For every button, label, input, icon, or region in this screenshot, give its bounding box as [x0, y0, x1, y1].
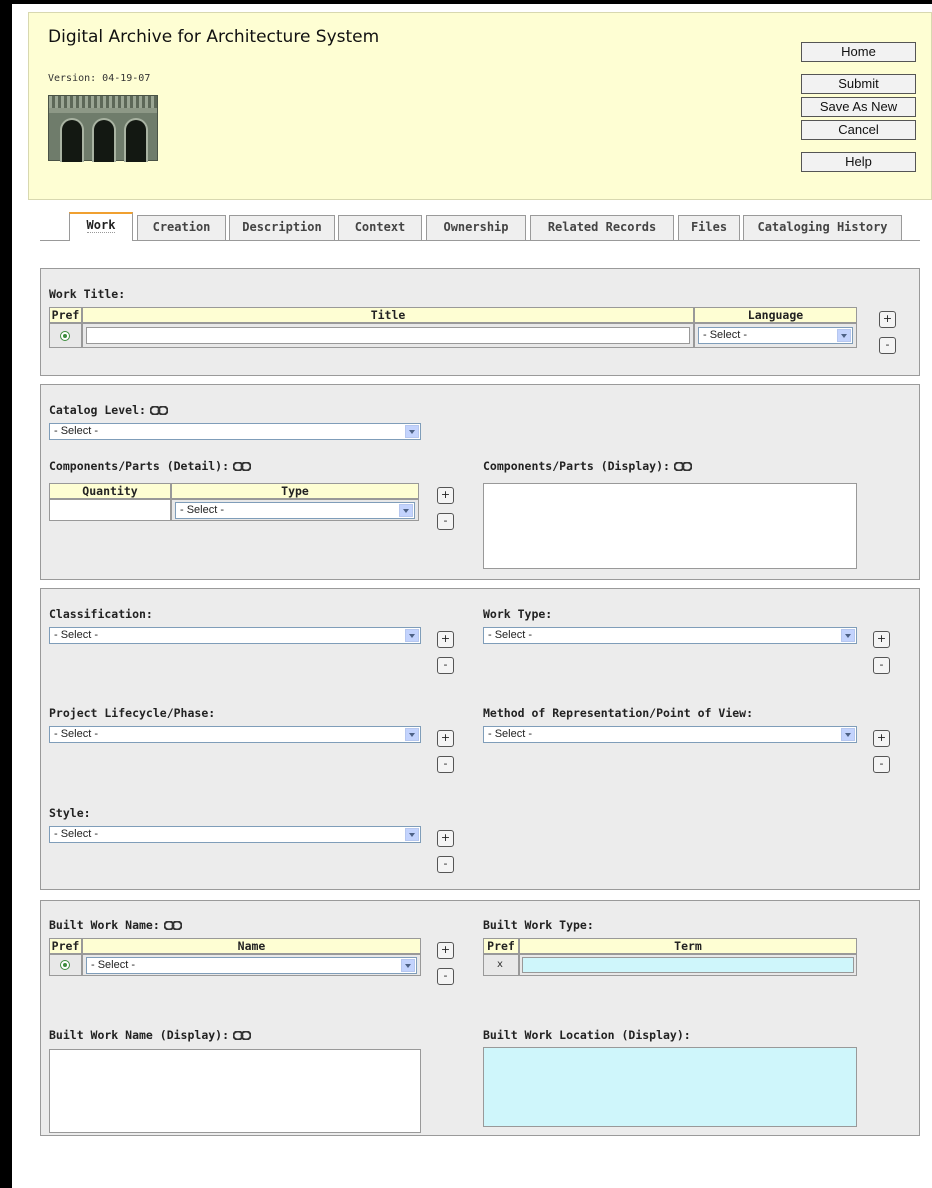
tab-context[interactable]: Context: [338, 215, 422, 240]
term-header: Term: [519, 938, 857, 954]
style-label: Style:: [49, 806, 91, 820]
type-header: Type: [171, 483, 419, 499]
link-icon: [149, 406, 168, 415]
version-label: Version: 04-19-07: [48, 73, 151, 84]
classification-select[interactable]: - Select -: [49, 627, 421, 644]
built-work-section: Built Work Name: Pref Name - Select - + …: [40, 900, 920, 1136]
remove-classification-button[interactable]: -: [437, 657, 454, 674]
components-display-label: Components/Parts (Display):: [483, 459, 670, 473]
built-work-name-display-textarea[interactable]: [49, 1049, 421, 1133]
built-work-location-display-label: Built Work Location (Display):: [483, 1028, 691, 1042]
title-header: Title: [82, 307, 694, 323]
dropdown-arrow-icon: [399, 504, 413, 517]
work-type-label: Work Type:: [483, 607, 553, 621]
dropdown-arrow-icon: [405, 425, 419, 438]
cancel-button[interactable]: Cancel: [801, 120, 916, 140]
title-input[interactable]: [86, 327, 690, 344]
component-type-select[interactable]: - Select -: [175, 502, 415, 519]
app-header: Digital Archive for Architecture System …: [28, 12, 932, 200]
add-lifecycle-button[interactable]: +: [437, 730, 454, 747]
add-title-button[interactable]: +: [879, 311, 896, 328]
link-icon: [163, 921, 182, 930]
method-representation-select[interactable]: - Select -: [483, 726, 857, 743]
tab-related-records[interactable]: Related Records: [530, 215, 674, 240]
dropdown-arrow-icon: [405, 828, 419, 841]
dropdown-arrow-icon: [405, 728, 419, 741]
app-title: Digital Archive for Architecture System: [48, 27, 380, 47]
submit-button[interactable]: Submit: [801, 74, 916, 94]
help-button[interactable]: Help: [801, 152, 916, 172]
catalog-level-select[interactable]: - Select -: [49, 423, 421, 440]
dropdown-arrow-icon: [841, 728, 855, 741]
project-lifecycle-label: Project Lifecycle/Phase:: [49, 706, 216, 720]
remove-lifecycle-button[interactable]: -: [437, 756, 454, 773]
remove-title-button[interactable]: -: [879, 337, 896, 354]
add-style-button[interactable]: +: [437, 830, 454, 847]
link-icon: [233, 1031, 252, 1040]
method-representation-label: Method of Representation/Point of View:: [483, 706, 754, 720]
built-type-pref-header: Pref: [483, 938, 519, 954]
work-title-label: Work Title:: [49, 287, 126, 301]
page: Digital Archive for Architecture System …: [12, 4, 932, 1188]
classification-label: Classification:: [49, 607, 153, 621]
built-work-type-label: Built Work Type:: [483, 918, 594, 932]
built-work-name-select[interactable]: - Select -: [86, 957, 417, 974]
dropdown-arrow-icon: [837, 329, 851, 342]
clear-pref-icon[interactable]: x: [497, 959, 503, 970]
classification-section: Classification: - Select - + - Work Type…: [40, 588, 920, 890]
built-work-location-display-textarea[interactable]: [483, 1047, 857, 1127]
language-header: Language: [694, 307, 857, 323]
components-detail-label: Components/Parts (Detail):: [49, 459, 230, 473]
dropdown-arrow-icon: [405, 629, 419, 642]
tab-work[interactable]: Work: [69, 212, 133, 241]
tab-bar: Work Creation Description Context Owners…: [40, 212, 920, 241]
language-select[interactable]: - Select -: [698, 327, 853, 344]
built-pref-header: Pref: [49, 938, 82, 954]
term-input[interactable]: [522, 957, 854, 973]
built-work-name-label: Built Work Name:: [49, 918, 160, 932]
add-built-name-button[interactable]: +: [437, 942, 454, 959]
add-classification-button[interactable]: +: [437, 631, 454, 648]
remove-built-name-button[interactable]: -: [437, 968, 454, 985]
home-button[interactable]: Home: [801, 42, 916, 62]
remove-method-button[interactable]: -: [873, 756, 890, 773]
project-lifecycle-select[interactable]: - Select -: [49, 726, 421, 743]
components-display-textarea[interactable]: [483, 483, 857, 569]
built-work-name-display-label: Built Work Name (Display):: [49, 1028, 230, 1042]
built-pref-radio[interactable]: [60, 960, 70, 970]
remove-component-button[interactable]: -: [437, 513, 454, 530]
save-as-new-button[interactable]: Save As New: [801, 97, 916, 117]
quantity-header: Quantity: [49, 483, 171, 499]
quantity-input[interactable]: [49, 499, 171, 521]
remove-work-type-button[interactable]: -: [873, 657, 890, 674]
pref-radio[interactable]: [60, 331, 70, 341]
catalog-section: Catalog Level: - Select - Components/Par…: [40, 384, 920, 580]
arch-logo: [48, 95, 158, 162]
tab-files[interactable]: Files: [678, 215, 740, 240]
dropdown-arrow-icon: [841, 629, 855, 642]
catalog-level-label: Catalog Level:: [49, 403, 146, 417]
work-type-select[interactable]: - Select -: [483, 627, 857, 644]
work-title-section: Work Title: Pref Title Language - Select…: [40, 268, 920, 376]
add-method-button[interactable]: +: [873, 730, 890, 747]
add-work-type-button[interactable]: +: [873, 631, 890, 648]
dropdown-arrow-icon: [401, 959, 415, 972]
add-component-button[interactable]: +: [437, 487, 454, 504]
tab-cataloging-history[interactable]: Cataloging History: [743, 215, 902, 240]
tab-ownership[interactable]: Ownership: [426, 215, 526, 240]
link-icon: [673, 462, 692, 471]
pref-header: Pref: [49, 307, 82, 323]
tab-creation[interactable]: Creation: [137, 215, 226, 240]
tab-description[interactable]: Description: [229, 215, 335, 240]
built-name-header: Name: [82, 938, 421, 954]
style-select[interactable]: - Select -: [49, 826, 421, 843]
remove-style-button[interactable]: -: [437, 856, 454, 873]
link-icon: [233, 462, 252, 471]
